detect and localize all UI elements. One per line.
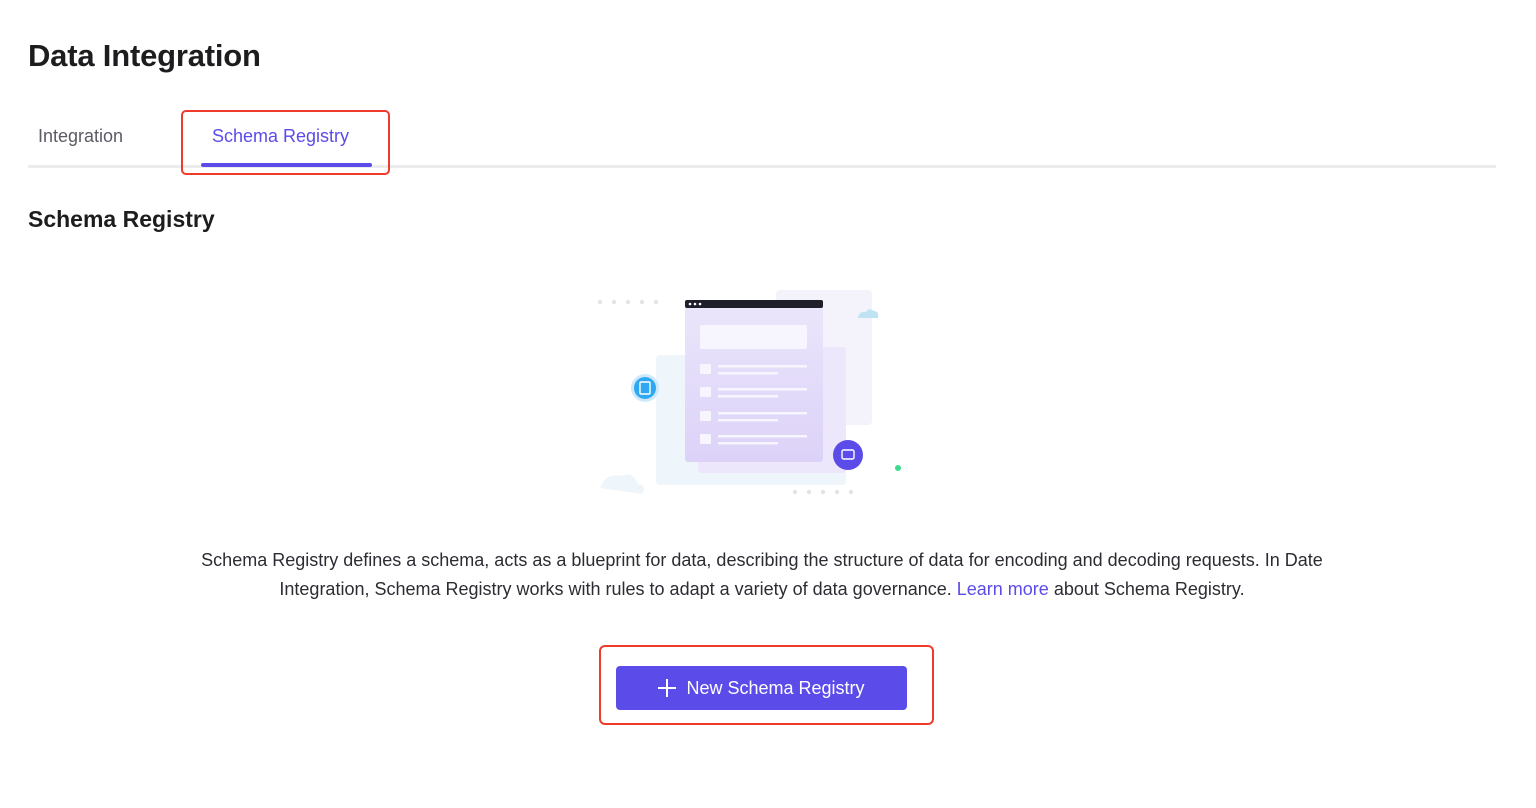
learn-more-link[interactable]: Learn more xyxy=(957,579,1049,599)
page-title: Data Integration xyxy=(28,38,261,73)
schema-document-illustration xyxy=(590,285,920,505)
section-title: Schema Registry xyxy=(28,206,215,232)
tab-integration[interactable]: Integration xyxy=(38,126,123,147)
empty-state-description: Schema Registry defines a schema, acts a… xyxy=(200,546,1324,604)
description-text-end: about Schema Registry. xyxy=(1048,579,1245,599)
tab-highlight-box xyxy=(181,110,390,175)
button-highlight-box xyxy=(599,645,934,725)
